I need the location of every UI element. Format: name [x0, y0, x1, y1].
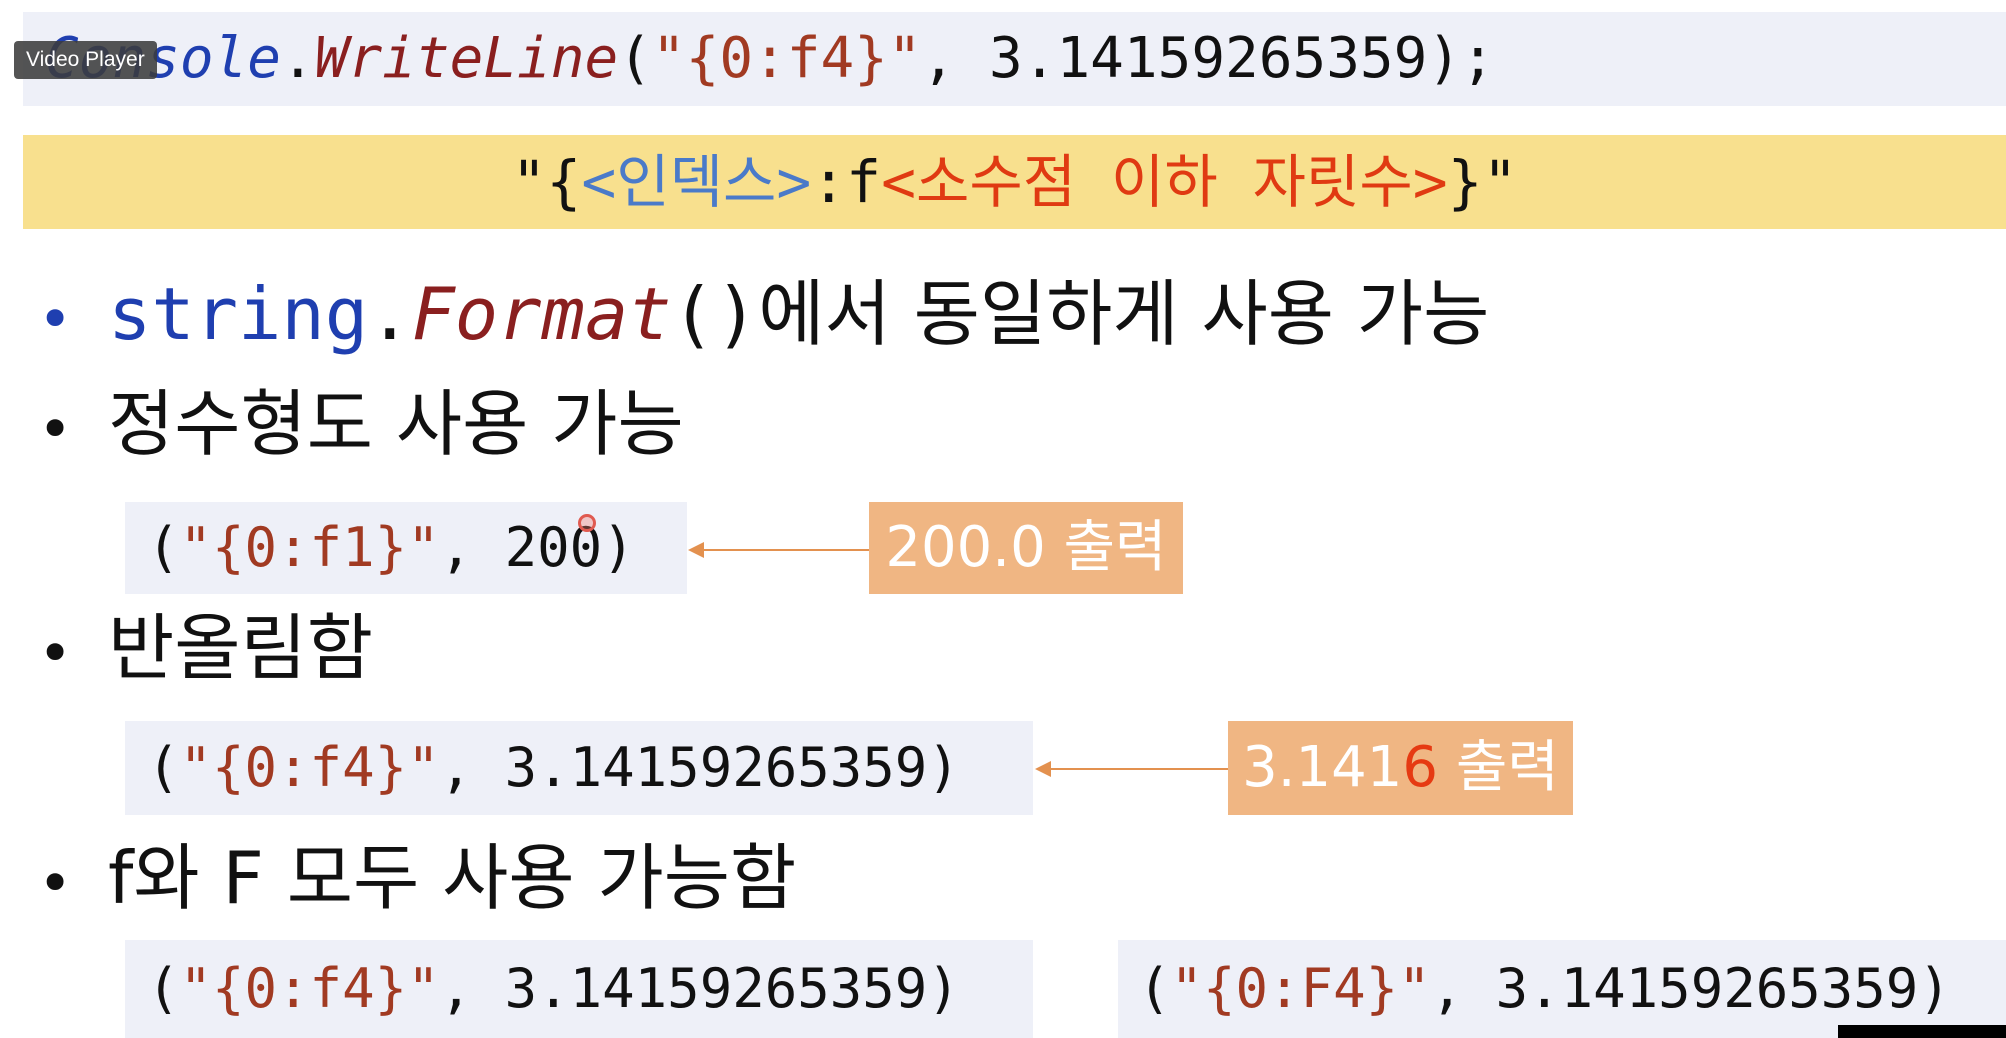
- bullet-code-format: Format: [411, 272, 672, 356]
- example-rounding-code: ("{0:f4}", 3.14159265359): [125, 721, 1033, 815]
- example-open-paren: (: [147, 516, 180, 579]
- example-open-paren: (: [1138, 957, 1171, 1020]
- banner-colon-f: :f: [811, 148, 882, 216]
- callout-rounding-output: 3.1416 출력: [1228, 721, 1573, 815]
- bullet-dot-icon: •: [38, 395, 73, 464]
- banner-index: <인덱스>: [581, 148, 812, 216]
- bullet-rounding: • 반올림함: [38, 612, 373, 684]
- callout-rounded-digit: 6: [1402, 735, 1439, 800]
- bullet-code-dot: .: [368, 272, 412, 356]
- bullet-code-string: string: [108, 272, 369, 356]
- code-open-paren: (: [618, 26, 652, 91]
- callout-output-label: 출력: [1438, 735, 1559, 800]
- code-dot: .: [281, 26, 315, 91]
- banner-decimal-places: <소수점 이하 자릿수>: [881, 148, 1448, 216]
- bullet-text: 에서 동일하게 사용 가능: [758, 272, 1490, 356]
- video-control-bar: [1838, 1025, 2006, 1038]
- bullet-f-and-F: • f와 F 모두 사용 가능함: [38, 842, 796, 914]
- example-uppercase-f-code: ("{0:F4}", 3.14159265359): [1118, 940, 2006, 1038]
- code-method-name: WriteLine: [314, 26, 619, 91]
- example-format-string: "{0:f1}": [179, 516, 440, 579]
- code-format-string: "{0:f4}": [651, 26, 922, 91]
- bullet-text: f와 F 모두 사용 가능함: [108, 836, 797, 920]
- arrow-line: [1047, 768, 1228, 770]
- example-format-string: "{0:F4}": [1170, 957, 1431, 1020]
- example-arguments: , 3.14159265359): [439, 736, 960, 799]
- banner-close: }": [1447, 148, 1518, 216]
- code-arguments: , 3.14159265359);: [921, 26, 1495, 91]
- callout-integer-output: 200.0 출력: [869, 502, 1183, 594]
- bullet-integer-support: • 정수형도 사용 가능: [38, 388, 684, 460]
- bullet-text: 반올림함: [108, 606, 373, 690]
- example-arguments: , 3.14159265359): [439, 957, 960, 1020]
- example-lowercase-f-code: ("{0:f4}", 3.14159265359): [125, 940, 1033, 1038]
- example-format-string: "{0:f4}": [179, 957, 440, 1020]
- example-open-paren: (: [147, 736, 180, 799]
- example-integer-code: ("{0:f1}", 200): [125, 502, 687, 594]
- bullet-text: 정수형도 사용 가능: [108, 382, 684, 466]
- example-arguments: , 3.14159265359): [1430, 957, 1951, 1020]
- code-line-console-writeline: Console.WriteLine("{0:f4}", 3.1415926535…: [23, 12, 2006, 106]
- video-player-label[interactable]: Video Player: [14, 41, 157, 79]
- bullet-code-parens: (): [671, 272, 759, 356]
- arrow-line: [700, 549, 869, 551]
- bullet-string-format: • string.Format()에서 동일하게 사용 가능: [38, 278, 1489, 350]
- example-arguments: , 200): [439, 516, 635, 579]
- pointer-cursor-icon: [578, 514, 596, 532]
- example-open-paren: (: [147, 957, 180, 1020]
- callout-value-prefix: 3.141: [1242, 735, 1403, 800]
- banner-open: "{: [511, 148, 582, 216]
- bullet-dot-icon: •: [38, 285, 73, 354]
- example-format-string: "{0:f4}": [179, 736, 440, 799]
- bullet-dot-icon: •: [38, 619, 73, 688]
- bullet-dot-icon: •: [38, 849, 73, 918]
- format-syntax-banner: "{<인덱스>:f<소수점 이하 자릿수>}": [23, 135, 2006, 229]
